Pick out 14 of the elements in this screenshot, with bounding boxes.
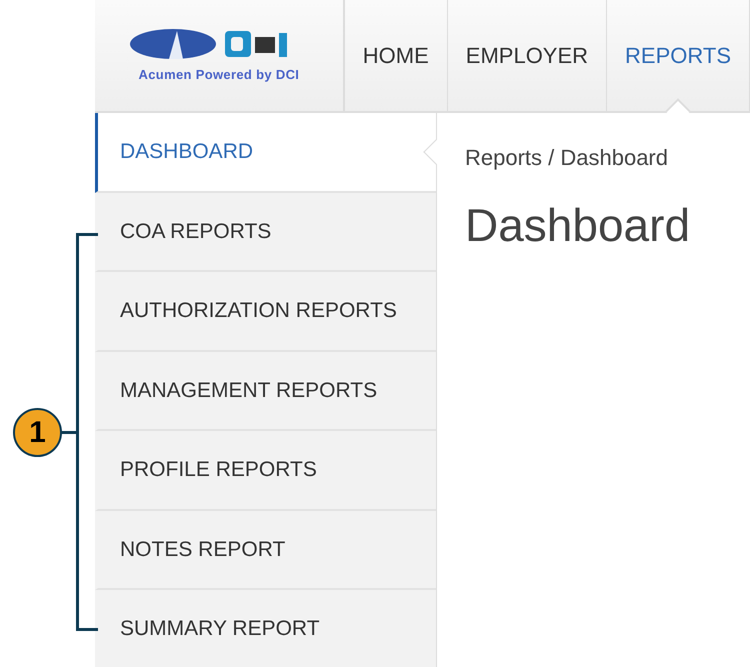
breadcrumb: Reports / Dashboard xyxy=(465,144,669,172)
nav-tab[interactable]: HOME xyxy=(344,0,447,111)
sidebar-item[interactable]: SUMMARY REPORT xyxy=(95,590,436,667)
sidebar-item[interactable]: MANAGEMENT REPORTS xyxy=(95,352,436,431)
logo-text: Acumen Powered by DCI xyxy=(138,66,300,84)
nav-tab[interactable]: EMPLOYER xyxy=(446,0,606,111)
sidebar-item[interactable]: AUTHORIZATION REPORTS xyxy=(95,272,436,352)
nav-tab[interactable]: REPORTS xyxy=(606,0,749,111)
sidebar-item[interactable]: NOTES REPORT xyxy=(95,510,436,590)
sidebar-item[interactable]: COA REPORTS xyxy=(95,192,436,272)
leader-line xyxy=(60,431,78,434)
callout-badge: 1 xyxy=(13,408,62,457)
sidebar-item[interactable]: PROFILE REPORTS xyxy=(95,431,436,510)
page-title: Dashboard xyxy=(465,198,692,253)
